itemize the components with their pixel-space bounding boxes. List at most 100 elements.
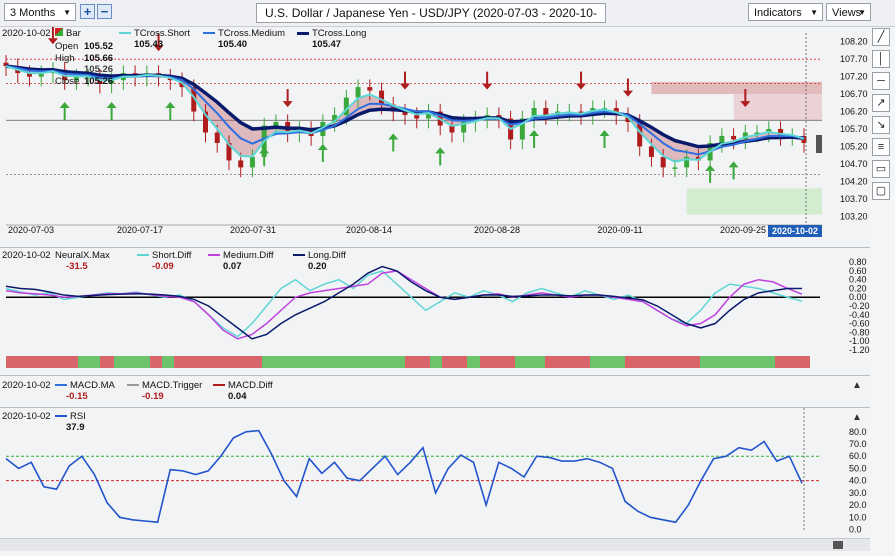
y-tick-label: 103.70	[840, 194, 868, 204]
y-tick-label: -1.20	[849, 345, 870, 355]
neuralx-bar-segment	[78, 356, 100, 368]
chevron-down-icon: ▼	[63, 8, 71, 17]
short-swatch	[119, 32, 131, 35]
long-diff-label: Long.Diff	[308, 250, 346, 261]
tcross-short-value: 105.43	[134, 39, 164, 50]
candle-body	[214, 132, 220, 143]
neuralx-bar-segment	[480, 356, 515, 368]
close-label: Close	[55, 76, 80, 87]
macd-trigger-legend: MACD.Trigger	[127, 380, 202, 391]
resistance-zone	[651, 81, 822, 95]
rsi-value: 37.9	[66, 422, 85, 433]
y-tick-label: 70.0	[849, 439, 867, 449]
horizontal-line-tool-icon[interactable]: ─	[872, 72, 890, 90]
views-dropdown[interactable]: Views ▼	[826, 3, 871, 21]
long-diff-line	[5, 265, 802, 340]
candle-body	[731, 135, 737, 140]
neuralx-bar-segment	[6, 356, 78, 368]
neuralx-bar-segment	[262, 356, 296, 368]
medium-swatch	[203, 32, 215, 35]
high-label: High	[55, 53, 75, 64]
macd-ma-swatch	[55, 384, 67, 387]
drawing-tools: ╱ │ ─ ↗ ↘ ≡ ▭ ▢	[872, 28, 892, 204]
y-tick-label: 60.0	[849, 451, 867, 461]
y-tick-label: 108.20	[840, 37, 868, 47]
expand-icon: ▲	[852, 412, 862, 423]
y-tick-label: 105.70	[840, 124, 868, 134]
scroll-thumb[interactable]	[833, 541, 843, 549]
tcross-medium-value: 105.40	[218, 39, 248, 50]
x-tick-label: 2020-07-17	[117, 225, 163, 235]
candle-body	[543, 108, 549, 116]
neuralx-bar-segment	[162, 356, 174, 368]
macd-ma-legend: MACD.MA	[55, 380, 115, 391]
macd-diff-swatch	[213, 384, 225, 387]
macd-ma-value: -0.15	[66, 391, 88, 402]
macd-diff-legend: MACD.Diff	[213, 380, 273, 391]
price-panel: 103.20 103.70 104.20 104.70 105.20 105.70 106.…	[0, 26, 870, 245]
rectangle-tool-icon[interactable]: ▭	[872, 160, 890, 178]
y-tick-label: 50.0	[849, 463, 867, 473]
x-tick-label: 2020-08-28	[474, 225, 520, 235]
arrow-down-tool-icon[interactable]: ↘	[872, 116, 890, 134]
neuralx-bar-segment	[100, 356, 114, 368]
y-tick-label: 105.20	[840, 141, 868, 151]
neuralx-bar-segment	[430, 356, 442, 368]
y-tick-label: 10.0	[849, 512, 867, 522]
y-tick-label: 80.0	[849, 427, 867, 437]
neural-chart[interactable]: 0.800.600.400.200.00-0.20-0.40-0.60-0.80…	[0, 248, 870, 374]
tcross-medium-legend: TCross.Medium	[203, 28, 285, 39]
indicators-dropdown[interactable]: Indicators ▼	[748, 3, 823, 21]
medium-diff-swatch	[208, 254, 220, 257]
x-tick-label: 2020-09-11	[597, 225, 642, 235]
short-diff-swatch	[137, 254, 149, 257]
y-tick-label: 106.20	[840, 107, 868, 117]
tcross-short-label: TCross.Short	[134, 28, 190, 39]
neuralx-max-label: NeuralX.Max	[55, 250, 110, 261]
arrow-up-tool-icon[interactable]: ↗	[872, 94, 890, 112]
last-date-label: 2020-10-02	[772, 226, 818, 236]
x-tick-label: 2020-09-25	[720, 225, 766, 235]
note-tool-icon[interactable]: ▢	[872, 182, 890, 200]
candle-body	[719, 135, 725, 143]
rsi-swatch	[55, 415, 67, 418]
rsi-legend-date: 2020-10-02	[2, 411, 51, 422]
line-tool-icon[interactable]: ╱	[872, 28, 890, 46]
tcross-long-label: TCross.Long	[312, 28, 367, 39]
price-marker	[816, 135, 822, 153]
long-swatch	[297, 31, 309, 35]
neuralx-max-value: -31.5	[66, 261, 88, 272]
macd-ma-label: MACD.MA	[70, 380, 115, 391]
price-legend-date: 2020-10-02	[2, 28, 51, 39]
bar-legend: Bar	[55, 28, 81, 39]
vertical-line-tool-icon[interactable]: │	[872, 50, 890, 68]
views-label: Views	[832, 7, 862, 19]
zoom-in-button[interactable]: +	[80, 4, 95, 19]
candle-body	[367, 87, 373, 91]
long-diff-legend: Long.Diff	[293, 250, 346, 261]
x-tick-label: 2020-07-31	[230, 225, 276, 235]
medium-diff-value: 0.07	[223, 261, 242, 272]
neuralx-bar-segment	[114, 356, 150, 368]
rsi-panel: 80.0 70.0 60.0 50.0 40.0 30.0 20.0 10.0 0.0 ▲ 202…	[0, 407, 870, 538]
period-label: 3 Months	[10, 7, 56, 19]
x-tick-label: 2020-07-03	[8, 225, 54, 235]
tcross-short-legend: TCross.Short	[119, 28, 190, 39]
support-zone	[686, 188, 822, 215]
fibonacci-tool-icon[interactable]: ≡	[872, 138, 890, 156]
macd-trigger-label: MACD.Trigger	[142, 380, 203, 391]
price-chart[interactable]: 103.20 103.70 104.20 104.70 105.20 105.70 106.…	[0, 26, 870, 245]
chevron-down-icon: ▼	[858, 8, 866, 17]
zoom-out-button[interactable]: −	[97, 4, 112, 19]
y-tick-label: 107.20	[840, 72, 868, 82]
rsi-label: RSI	[70, 411, 86, 422]
macd-diff-label: MACD.Diff	[228, 380, 273, 391]
toolbar: 3 Months ▼ + − U.S. Dollar / Japanese Ye…	[0, 0, 895, 39]
macd-trigger-value: -0.19	[142, 391, 164, 402]
horizontal-scrollbar[interactable]	[0, 538, 870, 551]
x-tick-label: 2020-08-14	[346, 225, 392, 235]
period-dropdown[interactable]: 3 Months ▼	[4, 3, 76, 21]
y-tick-label: 30.0	[849, 488, 867, 498]
medium-diff-line	[5, 270, 803, 340]
rsi-chart[interactable]: 80.0 70.0 60.0 50.0 40.0 30.0 20.0 10.0 0.0 ▲	[0, 408, 870, 538]
